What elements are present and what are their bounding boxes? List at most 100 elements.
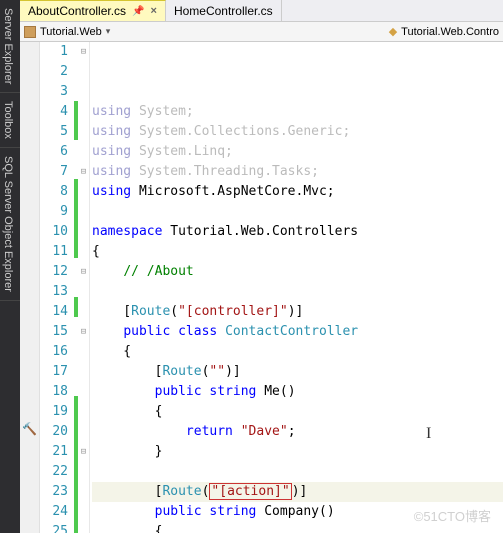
chevron-down-icon: ▾ [106, 26, 111, 37]
close-icon[interactable]: × [151, 5, 157, 17]
pin-icon[interactable]: 📌 [132, 6, 144, 17]
line-number: 1 [40, 42, 68, 62]
code-line[interactable] [92, 462, 503, 482]
line-number: 21 [40, 442, 68, 462]
token: Route [131, 304, 170, 319]
code-line[interactable]: [Route("")] [92, 362, 503, 382]
code-line[interactable]: using System; [92, 102, 503, 122]
code-line[interactable]: using System.Linq; [92, 142, 503, 162]
token: System; [131, 104, 194, 119]
fold-spacer [78, 302, 89, 322]
namespace-icon: ◆ [389, 25, 397, 38]
code-line[interactable]: public class ContactController [92, 322, 503, 342]
token: public [155, 384, 202, 399]
code-line[interactable]: return "Dave"; [92, 422, 503, 442]
document-tab-bar: AboutController.cs📌×HomeController.cs [20, 0, 503, 22]
code-line[interactable] [92, 202, 503, 222]
code-line[interactable]: [Route("[action]")] [92, 482, 503, 502]
build-glyph-icon[interactable]: 🔨 [22, 422, 37, 436]
fold-spacer [78, 522, 89, 533]
code-line[interactable]: { [92, 342, 503, 362]
line-number: 7 [40, 162, 68, 182]
code-line[interactable]: using System.Collections.Generic; [92, 122, 503, 142]
line-number: 2 [40, 62, 68, 82]
fold-toggle-icon[interactable]: ⊟ [78, 322, 89, 342]
line-number: 8 [40, 182, 68, 202]
fold-toggle-icon[interactable]: ⊟ [78, 262, 89, 282]
code-line[interactable]: using System.Threading.Tasks; [92, 162, 503, 182]
code-editor[interactable]: 🔨 12345678910111213141516171819202122232… [20, 42, 503, 533]
code-line[interactable]: [Route("[controller]")] [92, 302, 503, 322]
code-line[interactable]: { [92, 402, 503, 422]
code-line[interactable] [92, 282, 503, 302]
token: public [155, 504, 202, 519]
fold-toggle-icon[interactable]: ⊟ [78, 162, 89, 182]
token: System.Threading.Tasks; [131, 164, 319, 179]
token: Route [162, 364, 201, 379]
token: { [92, 244, 100, 259]
token [92, 424, 186, 439]
fold-spacer [78, 362, 89, 382]
document-tab[interactable]: AboutController.cs📌× [20, 0, 166, 21]
side-tab[interactable]: Toolbox [0, 93, 20, 148]
fold-spacer [78, 62, 89, 82]
token: using [92, 184, 131, 199]
token: Company() [256, 504, 334, 519]
fold-spacer [78, 222, 89, 242]
text-caret-icon: I [426, 424, 431, 444]
token [170, 324, 178, 339]
code-line[interactable]: namespace Tutorial.Web.Controllers [92, 222, 503, 242]
code-line[interactable]: public string Me() [92, 382, 503, 402]
token: string [209, 384, 256, 399]
fold-spacer [78, 202, 89, 222]
code-content[interactable]: I using System;using System.Collections.… [90, 42, 503, 533]
token [92, 264, 123, 279]
token: System.Linq; [131, 144, 233, 159]
token: )] [292, 484, 308, 499]
token: public [123, 324, 170, 339]
code-line[interactable]: // /About [92, 262, 503, 282]
code-line[interactable]: using Microsoft.AspNetCore.Mvc; [92, 182, 503, 202]
document-tab[interactable]: HomeController.cs [166, 0, 282, 21]
tab-label: HomeController.cs [174, 4, 273, 18]
token: Me() [256, 384, 295, 399]
line-number-gutter: 1234567891011121314151617181920212223242… [40, 42, 74, 533]
fold-toggle-icon[interactable]: ⊟ [78, 442, 89, 462]
line-number: 25 [40, 522, 68, 533]
token: Route [162, 484, 201, 499]
fold-spacer [78, 102, 89, 122]
ide-root: Server ExplorerToolboxSQL Server Object … [0, 0, 503, 533]
code-line[interactable]: { [92, 242, 503, 262]
fold-spacer [78, 182, 89, 202]
token: using [92, 104, 131, 119]
line-number: 17 [40, 362, 68, 382]
token: System.Collections.Generic; [131, 124, 350, 139]
token [92, 324, 123, 339]
token [92, 384, 155, 399]
token: "Dave" [241, 424, 288, 439]
side-tab[interactable]: SQL Server Object Explorer [0, 148, 20, 301]
token: )] [288, 304, 304, 319]
main-area: AboutController.cs📌×HomeController.cs Tu… [20, 0, 503, 533]
line-number: 11 [40, 242, 68, 262]
line-number: 13 [40, 282, 68, 302]
token: )] [225, 364, 241, 379]
token: "" [209, 364, 225, 379]
line-number: 3 [40, 82, 68, 102]
side-tab[interactable]: Server Explorer [0, 0, 20, 93]
line-number: 14 [40, 302, 68, 322]
fold-spacer [78, 502, 89, 522]
csharp-project-icon [24, 26, 36, 38]
fold-spacer [78, 122, 89, 142]
breadcrumb-left[interactable]: Tutorial.Web ▾ [24, 26, 110, 38]
fold-spacer [78, 242, 89, 262]
token: { [92, 524, 162, 533]
token: { [92, 404, 162, 419]
breadcrumb-project-label: Tutorial.Web [40, 26, 102, 38]
token: [ [92, 364, 162, 379]
breadcrumb-right[interactable]: ◆ Tutorial.Web.Contro [389, 25, 499, 38]
fold-toggle-icon[interactable]: ⊟ [78, 42, 89, 62]
watermark-label: ©51CTO博客 [414, 506, 491, 525]
token [92, 504, 155, 519]
code-line[interactable]: } [92, 442, 503, 462]
